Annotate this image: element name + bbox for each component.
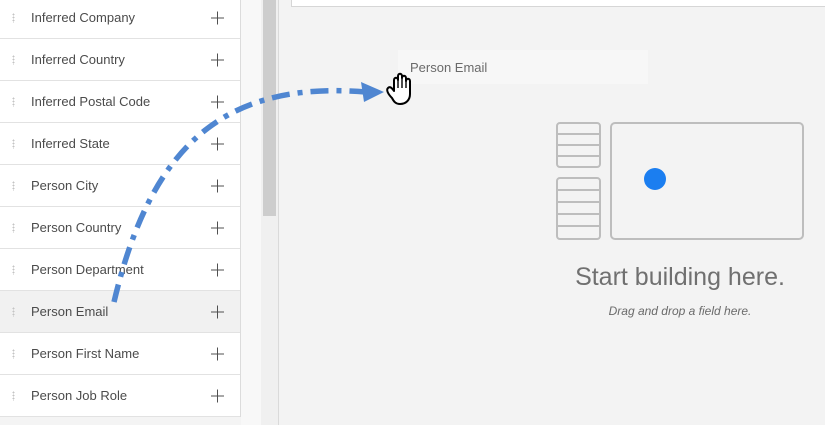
field-list-item[interactable]: Person Country [0,207,240,249]
empty-state-title: Start building here. [575,263,785,291]
field-label: Person Email [31,304,109,319]
grip-icon[interactable] [12,96,15,107]
add-field-plus-icon[interactable] [211,389,224,402]
add-field-plus-icon[interactable] [211,221,224,234]
add-field-plus-icon[interactable] [211,179,224,192]
grip-icon[interactable] [12,222,15,233]
field-list-scrollbar[interactable] [261,0,279,425]
field-label: Inferred Postal Code [31,94,151,109]
empty-state-hint: Drag and drop a field here. [608,304,752,318]
field-list-item[interactable]: Person Department [0,249,240,291]
grip-icon[interactable] [12,264,15,275]
grip-icon[interactable] [12,390,15,401]
field-list-item[interactable]: Person First Name [0,333,240,375]
empty-state-illustration [556,122,804,240]
accent-dot [644,168,666,190]
field-list-item-selected[interactable]: Person Email [0,291,240,333]
drag-ghost-label: Person Email [410,60,488,75]
drag-ghost: Person Email [398,50,648,84]
add-field-plus-icon[interactable] [211,305,224,318]
grip-icon[interactable] [12,180,15,191]
field-list-item[interactable]: Person City [0,165,240,207]
field-list-item[interactable]: Inferred Postal Code [0,81,240,123]
field-label: Person First Name [31,346,140,361]
field-list-item[interactable]: Inferred State [0,123,240,165]
field-label: Person Department [31,262,144,277]
add-field-plus-icon[interactable] [211,347,224,360]
field-list: Inferred Company Inferred Country Inferr… [0,0,241,417]
field-label: Person City [31,178,99,193]
add-field-plus-icon[interactable] [211,53,224,66]
canvas-top-bar [291,0,825,7]
grip-icon[interactable] [12,54,15,65]
field-label: Person Job Role [31,388,128,403]
add-field-plus-icon[interactable] [211,95,224,108]
grip-icon[interactable] [12,306,15,317]
field-list-item[interactable]: Inferred Company [0,0,240,39]
field-list-item[interactable]: Person Job Role [0,375,240,417]
panel-gutter [241,0,261,425]
add-field-plus-icon[interactable] [211,263,224,276]
grip-icon[interactable] [12,12,15,23]
scrollbar-thumb[interactable] [263,0,276,216]
grip-icon[interactable] [12,138,15,149]
add-field-plus-icon[interactable] [211,11,224,24]
grip-icon[interactable] [12,348,15,359]
add-field-plus-icon[interactable] [211,137,224,150]
field-label: Inferred Company [31,10,136,25]
field-label: Person Country [31,220,122,235]
field-label: Inferred Country [31,52,125,67]
field-label: Inferred State [31,136,110,151]
field-list-item[interactable]: Inferred Country [0,39,240,81]
list-icon [556,122,804,240]
